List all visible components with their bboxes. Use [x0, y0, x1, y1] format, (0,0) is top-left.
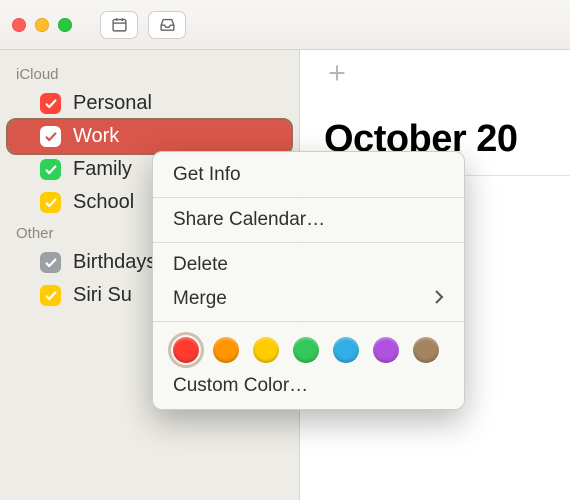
sidebar-item-personal[interactable]: Personal: [0, 87, 299, 120]
sidebar-item-label: Work: [73, 125, 119, 148]
calendar-checkbox[interactable]: [40, 252, 61, 273]
menu-separator: [153, 321, 464, 322]
menu-item-get-info[interactable]: Get Info: [153, 158, 464, 192]
calendar-checkbox[interactable]: [40, 159, 61, 180]
toolbar: [0, 0, 570, 50]
menu-item-label: Merge: [173, 288, 227, 310]
calendar-context-menu: Get Info Share Calendar… Delete Merge Cu…: [152, 151, 465, 410]
calendar-checkbox[interactable]: [40, 192, 61, 213]
sidebar-item-label: School: [73, 191, 134, 214]
menu-item-merge[interactable]: Merge: [153, 282, 464, 316]
calendar-checkbox[interactable]: [40, 285, 61, 306]
checkmark-icon: [44, 130, 58, 144]
menu-item-delete[interactable]: Delete: [153, 248, 464, 282]
inbox-button[interactable]: [148, 11, 186, 39]
calendar-checkbox[interactable]: [40, 126, 61, 147]
checkmark-icon: [44, 97, 58, 111]
sidebar-section-header: iCloud: [0, 60, 299, 87]
color-swatch[interactable]: [173, 337, 199, 363]
checkmark-icon: [44, 163, 58, 177]
sidebar-item-label: Personal: [73, 92, 152, 115]
menu-separator: [153, 242, 464, 243]
color-swatch[interactable]: [293, 337, 319, 363]
menu-item-share-calendar[interactable]: Share Calendar…: [153, 203, 464, 237]
maximize-window-button[interactable]: [58, 18, 72, 32]
tray-icon: [159, 16, 176, 33]
sidebar-item-work[interactable]: Work: [8, 120, 291, 153]
color-swatch-row: [153, 327, 464, 369]
calendar-checkbox[interactable]: [40, 93, 61, 114]
menu-item-custom-color[interactable]: Custom Color…: [153, 369, 464, 403]
checkmark-icon: [44, 256, 58, 270]
window-controls: [12, 18, 72, 32]
color-swatch[interactable]: [333, 337, 359, 363]
menu-separator: [153, 197, 464, 198]
checkmark-icon: [44, 196, 58, 210]
close-window-button[interactable]: [12, 18, 26, 32]
sidebar-item-label: Siri Su: [73, 284, 132, 307]
plus-icon: [327, 63, 347, 83]
checkmark-icon: [44, 289, 58, 303]
sidebar-item-label: Birthdays: [73, 251, 156, 274]
sidebar-item-label: Family: [73, 158, 132, 181]
color-swatch[interactable]: [253, 337, 279, 363]
add-event-button[interactable]: [324, 60, 570, 108]
chevron-right-icon: [434, 288, 444, 310]
calendar-list-toggle-button[interactable]: [100, 11, 138, 39]
calendar-icon: [111, 16, 128, 33]
color-swatch[interactable]: [373, 337, 399, 363]
color-swatch[interactable]: [413, 337, 439, 363]
color-swatch[interactable]: [213, 337, 239, 363]
minimize-window-button[interactable]: [35, 18, 49, 32]
